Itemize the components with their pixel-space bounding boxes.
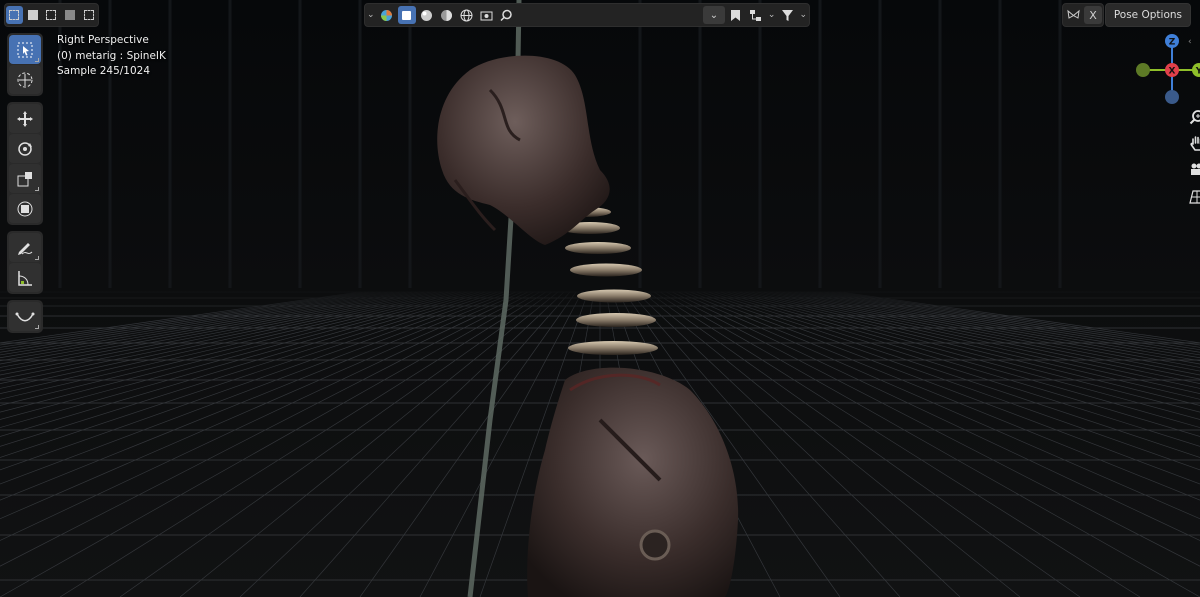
hierarchy-button[interactable] xyxy=(747,6,765,24)
mirror-button[interactable] xyxy=(1064,6,1082,24)
pose-options-dropdown[interactable]: Pose Options xyxy=(1104,3,1191,27)
annotate-tool[interactable] xyxy=(9,233,41,262)
viewport-info-overlay: Right Perspective (0) metarig : SpineIK … xyxy=(57,33,166,80)
pan-button[interactable] xyxy=(1188,134,1200,152)
x-axis-label: X xyxy=(1169,67,1176,77)
select-box-tool[interactable] xyxy=(9,35,41,64)
camera-view-button[interactable] xyxy=(1188,161,1200,179)
scale-icon xyxy=(17,171,32,186)
pose-options-label: Pose Options xyxy=(1113,9,1182,21)
select-box-icon xyxy=(9,10,20,20)
ruler-icon xyxy=(18,270,32,286)
tool-group-relax xyxy=(7,300,43,333)
submenu-corner-icon xyxy=(35,256,39,260)
object-type-visibility-button[interactable] xyxy=(378,6,396,24)
neg-z-axis-handle[interactable] xyxy=(1165,90,1179,104)
viewport-header: ⌄ ⌄ ⌄ ⌄ xyxy=(364,3,810,27)
select-new-button[interactable] xyxy=(6,6,23,24)
transform-tool[interactable] xyxy=(9,194,41,223)
select-subtract-icon xyxy=(46,10,57,20)
transform-icon xyxy=(17,201,33,216)
view-options-button[interactable]: ⌄ xyxy=(702,6,725,24)
hierarchy-icon xyxy=(750,9,762,21)
relax-pose-tool[interactable] xyxy=(9,302,41,331)
camera-icon xyxy=(1191,163,1200,175)
render-sphere-icon xyxy=(441,9,453,21)
cursor-tool[interactable] xyxy=(9,65,41,94)
select-extend-button[interactable] xyxy=(25,6,42,24)
submenu-corner-icon xyxy=(35,58,39,62)
material-sphere-icon xyxy=(421,9,433,21)
select-mode-bar xyxy=(4,3,99,27)
move-tool[interactable] xyxy=(9,104,41,133)
neg-y-axis-handle[interactable] xyxy=(1136,63,1150,77)
filter-button[interactable] xyxy=(778,6,796,24)
colored-sphere-icon xyxy=(381,9,393,21)
tool-group-annotate xyxy=(7,231,43,294)
bookmark-icon xyxy=(731,9,741,21)
search-icon xyxy=(500,9,512,21)
sidebar-toggle-icon[interactable]: ‹ xyxy=(1188,37,1194,47)
shading-material-button[interactable] xyxy=(418,6,436,24)
navigation-gizmo-area: Z Y X xyxy=(1110,30,1200,210)
3d-viewport[interactable] xyxy=(0,0,1200,597)
cursor-arrow-icon xyxy=(17,42,33,57)
rotate-icon xyxy=(18,141,32,156)
chevron-down-icon[interactable]: ⌄ xyxy=(799,10,807,20)
filter-icon xyxy=(781,9,793,21)
shading-rendered-button[interactable] xyxy=(438,6,456,24)
view-name: Right Perspective xyxy=(57,34,149,46)
butterfly-icon xyxy=(1066,9,1080,19)
submenu-corner-icon xyxy=(35,187,39,191)
grid-perspective-icon xyxy=(1189,190,1200,204)
photo-icon xyxy=(480,11,493,20)
submenu-corner-icon xyxy=(35,325,39,329)
zoom-icon xyxy=(1189,110,1200,125)
render-preview-button[interactable] xyxy=(478,6,496,24)
chevron-down-icon: ⌄ xyxy=(709,9,719,21)
z-axis-label: Z xyxy=(1169,38,1176,48)
curve-icon xyxy=(15,312,35,321)
chevron-down-icon[interactable]: ⌄ xyxy=(768,10,776,20)
x-toggle-label: X xyxy=(1089,8,1097,22)
select-subtract-button[interactable] xyxy=(43,6,60,24)
crosshair-cursor-icon xyxy=(17,72,33,87)
search-button[interactable] xyxy=(498,6,516,24)
perspective-toggle-button[interactable] xyxy=(1188,188,1200,206)
scale-tool[interactable] xyxy=(9,164,41,193)
globe-icon xyxy=(460,9,473,21)
select-extend-icon xyxy=(27,10,38,20)
move-arrows-icon xyxy=(17,110,33,127)
select-invert-button[interactable] xyxy=(62,6,79,24)
select-intersect-icon xyxy=(83,10,94,20)
select-intersect-button[interactable] xyxy=(80,6,97,24)
zoom-button[interactable] xyxy=(1188,108,1200,126)
tool-group-select xyxy=(7,33,43,96)
tool-shelf xyxy=(7,33,43,339)
measure-tool[interactable] xyxy=(9,263,41,292)
select-invert-icon xyxy=(65,10,76,20)
shading-solid-button[interactable] xyxy=(397,6,416,24)
render-sample-counter: Sample 245/1024 xyxy=(57,65,151,77)
active-object-label: (0) metarig : SpineIK xyxy=(57,49,166,62)
pencil-icon xyxy=(18,242,33,255)
tool-group-transform xyxy=(7,102,43,225)
orientation-gizmo[interactable]: Z Y X xyxy=(1110,30,1200,120)
y-axis-label: Y xyxy=(1195,67,1200,77)
x-axis-toggle[interactable]: X xyxy=(1084,6,1102,24)
hand-icon xyxy=(1190,136,1200,151)
solid-shading-icon xyxy=(402,10,412,20)
chevron-down-icon[interactable]: ⌄ xyxy=(367,10,375,20)
rotate-tool[interactable] xyxy=(9,134,41,163)
shading-wire-button[interactable] xyxy=(458,6,476,24)
mirror-toggle-bar: X xyxy=(1062,3,1104,27)
bookmark-button[interactable] xyxy=(727,6,745,24)
